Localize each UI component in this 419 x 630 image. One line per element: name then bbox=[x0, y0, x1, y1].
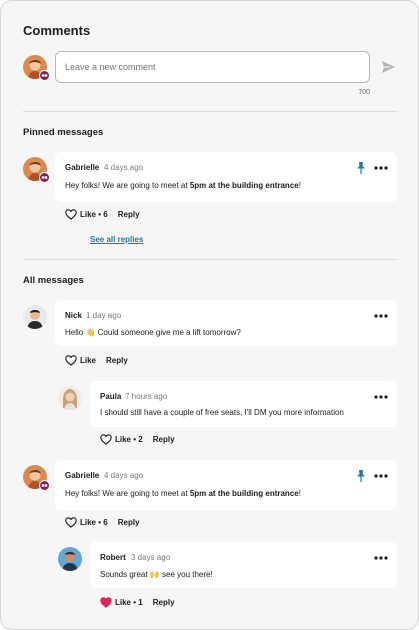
comment-text: Hello 👋 Could someone give me a lift tom… bbox=[65, 328, 241, 337]
comment-actions: Like • 2 Reply bbox=[100, 433, 175, 445]
comment-timestamp: 4 days ago bbox=[104, 163, 144, 172]
raising-hands-emoji: 🙌 bbox=[149, 570, 160, 579]
heart-icon[interactable] bbox=[100, 433, 112, 445]
page-title: Comments bbox=[23, 23, 91, 38]
send-icon[interactable] bbox=[380, 59, 396, 75]
comment-actions: Like • 6 Reply bbox=[65, 516, 140, 528]
comment-author[interactable]: Robert bbox=[100, 553, 126, 562]
avatar-robert bbox=[58, 547, 82, 571]
more-options-icon[interactable] bbox=[374, 314, 388, 318]
comment-text: I should still have a couple of free sea… bbox=[100, 408, 344, 417]
like-button[interactable]: Like • 6 bbox=[80, 518, 108, 527]
moderator-badge-icon bbox=[39, 480, 50, 491]
heart-icon[interactable] bbox=[65, 208, 77, 220]
like-button[interactable]: Like • 2 bbox=[115, 435, 143, 444]
more-options-icon[interactable] bbox=[374, 556, 388, 560]
see-all-replies-link[interactable]: See all replies bbox=[90, 235, 143, 244]
moderator-badge-icon bbox=[39, 70, 50, 81]
reply-button[interactable]: Reply bbox=[118, 518, 140, 527]
divider bbox=[23, 111, 397, 112]
character-counter: 700 bbox=[358, 89, 370, 96]
comment-timestamp: 1 day ago bbox=[86, 311, 122, 320]
comments-panel: Comments 700 Pinned messages Gabrie bbox=[0, 0, 419, 630]
avatar-image bbox=[58, 547, 82, 571]
comment-text: Hey folks! We are going to meet at 5pm a… bbox=[65, 489, 301, 498]
comment-actions: Like • 1 Reply bbox=[100, 596, 175, 608]
waving-hand-emoji: 👋 bbox=[85, 328, 96, 337]
more-options-icon[interactable] bbox=[374, 166, 388, 170]
comment-author[interactable]: Gabrielle bbox=[65, 163, 99, 172]
pin-icon[interactable] bbox=[356, 470, 366, 482]
comment-text: Hey folks! We are going to meet at 5pm a… bbox=[65, 181, 301, 190]
reply-card: Paula 7 hours ago I should still have a … bbox=[90, 381, 397, 427]
comment-author[interactable]: Paula bbox=[100, 392, 121, 401]
pinned-comment-card: Gabrielle 4 days ago Hey folks! We are g… bbox=[55, 152, 397, 202]
heart-icon[interactable] bbox=[65, 354, 77, 366]
heart-icon[interactable] bbox=[65, 516, 77, 528]
comment-timestamp: 3 days ago bbox=[131, 553, 171, 562]
avatar-gabrielle bbox=[23, 465, 50, 491]
comment-actions: Like Reply bbox=[65, 354, 128, 366]
pinned-messages-title: Pinned messages bbox=[23, 127, 104, 138]
like-button[interactable]: Like bbox=[80, 356, 96, 365]
comment-text: Sounds great 🙌 see you there! bbox=[100, 570, 213, 579]
comment-timestamp: 4 days ago bbox=[104, 471, 144, 480]
avatar-image bbox=[23, 305, 47, 329]
reply-button[interactable]: Reply bbox=[106, 356, 128, 365]
heart-icon-filled[interactable] bbox=[100, 596, 112, 608]
comment-timestamp: 7 hours ago bbox=[125, 392, 168, 401]
avatar-current-user bbox=[23, 55, 50, 81]
reply-button[interactable]: Reply bbox=[153, 435, 175, 444]
avatar-nick bbox=[23, 305, 47, 329]
comment-author[interactable]: Nick bbox=[65, 311, 82, 320]
pin-icon[interactable] bbox=[356, 162, 366, 174]
avatar-gabrielle bbox=[23, 157, 50, 183]
more-options-icon[interactable] bbox=[374, 474, 388, 478]
more-options-icon[interactable] bbox=[374, 395, 388, 399]
like-button[interactable]: Like • 6 bbox=[80, 210, 108, 219]
avatar-image bbox=[58, 386, 82, 410]
comment-author[interactable]: Gabrielle bbox=[65, 471, 99, 480]
comment-card: Gabrielle 4 days ago Hey folks! We are g… bbox=[55, 460, 397, 510]
like-button[interactable]: Like • 1 bbox=[115, 598, 143, 607]
reply-card: Robert 3 days ago Sounds great 🙌 see you… bbox=[90, 542, 397, 588]
comment-card: Nick 1 day ago Hello 👋 Could someone giv… bbox=[55, 300, 397, 346]
divider bbox=[23, 259, 397, 260]
moderator-badge-icon bbox=[39, 172, 50, 183]
comment-actions: Like • 6 Reply bbox=[65, 208, 140, 220]
reply-button[interactable]: Reply bbox=[118, 210, 140, 219]
avatar-paula bbox=[58, 386, 82, 410]
reply-button[interactable]: Reply bbox=[153, 598, 175, 607]
new-comment-input[interactable] bbox=[55, 51, 370, 83]
all-messages-title: All messages bbox=[23, 275, 84, 286]
